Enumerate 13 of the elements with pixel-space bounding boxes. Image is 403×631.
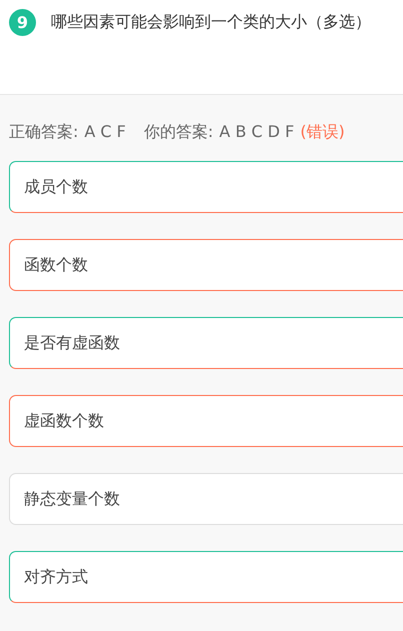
verdict-text: (错误) — [300, 122, 345, 143]
answer-option[interactable]: 成员个数 — [9, 161, 403, 213]
question-text: 哪些因素可能会影响到一个类的大小（多选） — [51, 11, 371, 33]
answer-option[interactable]: 静态变量个数 — [9, 473, 403, 525]
your-answer-value: A B C D F — [219, 122, 294, 143]
answer-option[interactable]: 对齐方式 — [9, 551, 403, 603]
answer-option[interactable]: 函数个数 — [9, 239, 403, 291]
question-number-badge: 9 — [9, 9, 36, 36]
answer-option[interactable]: 是否有虚函数 — [9, 317, 403, 369]
your-answer-label: 你的答案: — [144, 122, 214, 143]
correct-answer-value: A C F — [84, 122, 126, 143]
answer-option[interactable]: 虚函数个数 — [9, 395, 403, 447]
correct-answer-label: 正确答案: — [9, 122, 78, 143]
